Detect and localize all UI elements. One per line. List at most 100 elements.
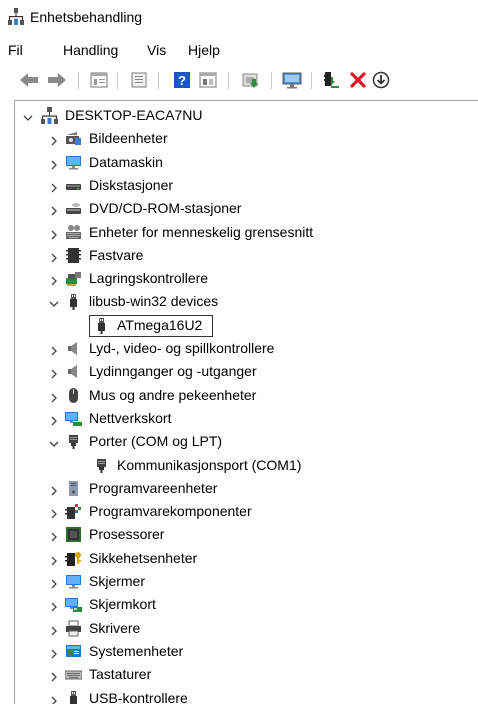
tree-item-label: libusb-win32 devices [89, 293, 218, 309]
tree-category-lydinnganger-og-utganger[interactable]: Lydinnganger og -utganger [15, 360, 477, 383]
menu-file[interactable]: Fil [8, 42, 23, 58]
tree-item-label: Nettverkskort [89, 410, 171, 426]
tree-category-diskstasjoner[interactable]: Diskstasjoner [15, 174, 477, 197]
chevron-right-icon[interactable] [49, 506, 59, 516]
chevron-right-icon[interactable] [49, 553, 59, 563]
tree-category-programvarekomponenter[interactable]: Programvarekomponenter [15, 500, 477, 523]
printer-icon [65, 620, 82, 637]
tree-category-usb-kontrollere[interactable]: USB-kontrollere [15, 687, 477, 704]
tree-category-programvareenheter[interactable]: Programvareenheter [15, 477, 477, 500]
toolbar-separator [271, 72, 272, 89]
scan-hardware-icon[interactable] [281, 69, 303, 91]
chevron-right-icon[interactable] [49, 366, 59, 376]
chevron-right-icon[interactable] [49, 576, 59, 586]
chevron-right-icon[interactable] [49, 669, 59, 679]
menu-help[interactable]: Hjelp [188, 42, 220, 58]
chevron-down-icon[interactable] [49, 296, 59, 306]
chevron-down-icon[interactable] [23, 110, 33, 120]
system-device-icon [65, 643, 82, 660]
tree-item-label: Lydinnganger og -utganger [89, 363, 257, 379]
chevron-right-icon[interactable] [49, 623, 59, 633]
toolbar-separator [78, 72, 79, 89]
enable-device-icon[interactable] [320, 69, 342, 91]
tree-item-label: Skjermer [89, 573, 145, 589]
toolbar: ? [0, 64, 478, 96]
tree-category-mus-og-andre-pekeenheter[interactable]: Mus og andre pekeenheter [15, 384, 477, 407]
help-icon[interactable]: ? [171, 69, 193, 91]
tree-category-lagringskontrollere[interactable]: Lagringskontrollere [15, 267, 477, 290]
menu-action[interactable]: Handling [63, 42, 118, 58]
chevron-right-icon[interactable] [49, 273, 59, 283]
tree-category-skjermer[interactable]: Skjermer [15, 570, 477, 593]
tree-category-datamaskin[interactable]: Datamaskin [15, 151, 477, 174]
toolbar-separator [158, 72, 159, 89]
tree-item-label: DESKTOP-EACA7NU [65, 107, 202, 123]
back-arrow-icon[interactable] [18, 69, 40, 91]
usb-plug-icon [65, 690, 82, 704]
tree-category-fastvare[interactable]: Fastvare [15, 244, 477, 267]
tree-item-label: Fastvare [89, 247, 143, 263]
toolbar-separator [117, 72, 118, 89]
chevron-right-icon[interactable] [49, 599, 59, 609]
chevron-right-icon[interactable] [49, 203, 59, 213]
tree-item-label: ATmega16U2 [117, 317, 202, 333]
tree-category-skjermkort[interactable]: Skjermkort [15, 593, 477, 616]
window-title: Enhetsbehandling [30, 9, 142, 25]
update-driver-icon[interactable] [240, 69, 262, 91]
tree-category-tastaturer[interactable]: Tastaturer [15, 663, 477, 686]
tree-item-label: Programvarekomponenter [89, 503, 252, 519]
tree-category-porter-com-og-lpt[interactable]: Porter (COM og LPT) [15, 430, 477, 453]
tree-device-atmega16u2[interactable]: ATmega16U2 [15, 314, 477, 337]
title-bar: Enhetsbehandling [0, 0, 478, 36]
device-tree[interactable]: DESKTOP-EACA7NU Bildeenheter Datamaskin Dis… [14, 100, 478, 704]
camera-icon [65, 130, 82, 147]
details-icon[interactable] [128, 69, 150, 91]
tree-category-skrivere[interactable]: Skrivere [15, 617, 477, 640]
tree-category-systemenheter[interactable]: Systemenheter [15, 640, 477, 663]
chevron-right-icon[interactable] [49, 646, 59, 656]
tree-category-lyd-video-og-spillkontrollere[interactable]: Lyd-, video- og spillkontrollere [15, 337, 477, 360]
chevron-right-icon[interactable] [49, 390, 59, 400]
menu-bar: Fil Handling Vis Hjelp [0, 36, 478, 64]
mouse-icon [65, 387, 82, 404]
forward-arrow-icon[interactable] [46, 69, 68, 91]
chevron-right-icon[interactable] [49, 157, 59, 167]
properties-icon[interactable] [88, 69, 110, 91]
storage-controller-icon [65, 270, 82, 287]
tree-category-prosessorer[interactable]: Prosessorer [15, 523, 477, 546]
view-icon[interactable] [197, 69, 219, 91]
software-device-icon [65, 480, 82, 497]
uninstall-icon[interactable] [347, 69, 369, 91]
usb-plug-icon [65, 293, 82, 310]
chevron-right-icon[interactable] [49, 180, 59, 190]
network-adapter-icon [65, 410, 82, 427]
tree-item-label: Prosessorer [89, 526, 164, 542]
tree-device-kommunikasjonsport-com1[interactable]: Kommunikasjonsport (COM1) [15, 454, 477, 477]
tree-category-nettverkskort[interactable]: Nettverkskort [15, 407, 477, 430]
chevron-right-icon[interactable] [49, 250, 59, 260]
chevron-down-icon[interactable] [49, 436, 59, 446]
dvd-drive-icon [65, 200, 82, 217]
chevron-right-icon[interactable] [49, 693, 59, 703]
chevron-right-icon[interactable] [49, 483, 59, 493]
chevron-right-icon[interactable] [49, 343, 59, 353]
tree-category-dvd-cd-rom-stasjoner[interactable]: DVD/CD-ROM-stasjoner [15, 197, 477, 220]
tree-item-label: Diskstasjoner [89, 177, 173, 193]
tree-category-enheter-for-menneskelig-grensesnitt[interactable]: Enheter for menneskelig grensesnitt [15, 221, 477, 244]
tree-item-label: Sikkehetsenheter [89, 550, 197, 566]
chevron-right-icon[interactable] [49, 133, 59, 143]
tree-category-libusb-win32-devices[interactable]: libusb-win32 devices [15, 290, 477, 313]
tree-item-label: Bildeenheter [89, 130, 168, 146]
tree-item-label: Lagringskontrollere [89, 270, 208, 286]
chevron-right-icon[interactable] [49, 529, 59, 539]
menu-view[interactable]: Vis [147, 42, 166, 58]
chevron-right-icon[interactable] [49, 413, 59, 423]
tree-root-desktop-eaca7nu[interactable]: DESKTOP-EACA7NU [15, 104, 477, 127]
tree-category-sikkehetsenheter[interactable]: Sikkehetsenheter [15, 547, 477, 570]
tree-category-bildeenheter[interactable]: Bildeenheter [15, 127, 477, 150]
speaker-icon [65, 340, 82, 357]
device-manager-icon [8, 8, 24, 26]
download-icon[interactable] [370, 69, 392, 91]
chevron-right-icon[interactable] [49, 227, 59, 237]
tree-item-label: Mus og andre pekeenheter [89, 387, 256, 403]
